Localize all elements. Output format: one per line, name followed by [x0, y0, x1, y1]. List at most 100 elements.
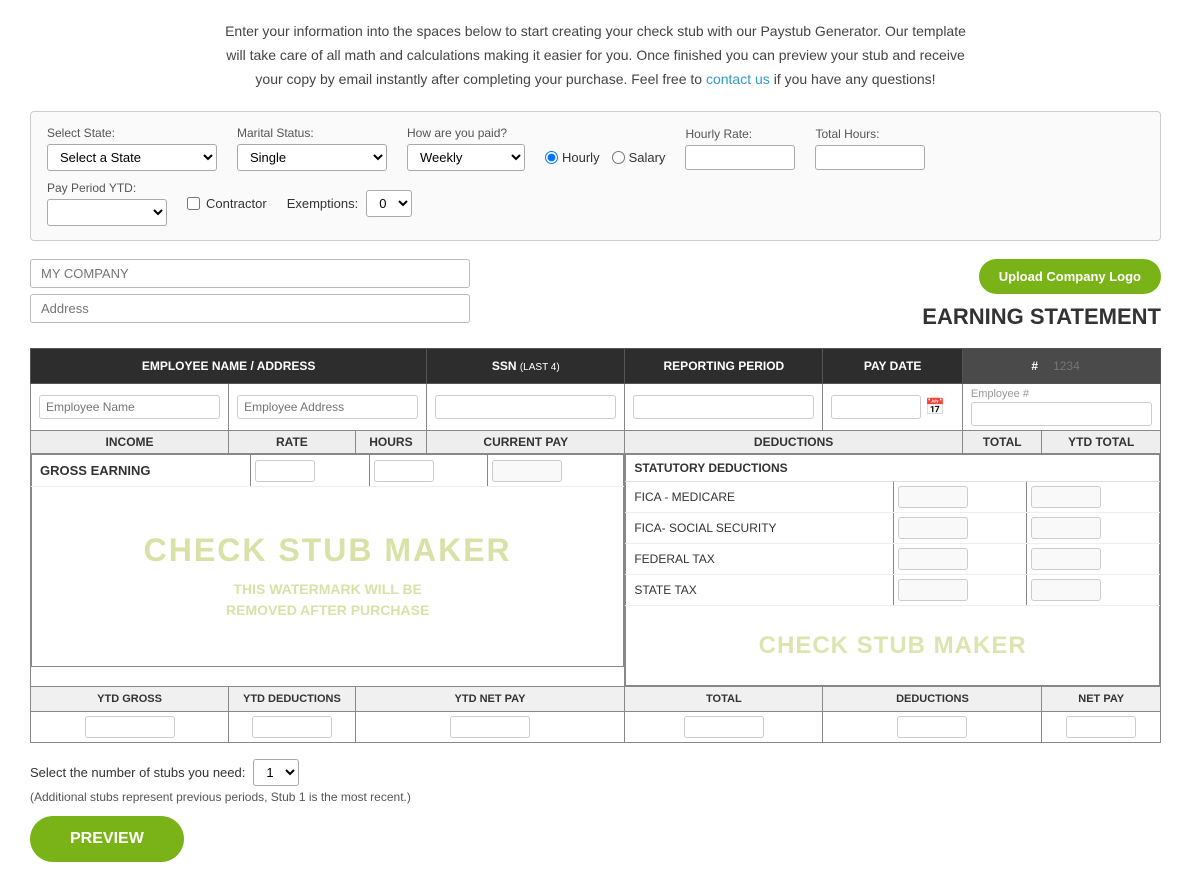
gross-current-pay-cell: 400.00 — [488, 455, 624, 487]
reporting-period-cell: 09/22/2023 - 09/28/2023 — [625, 384, 823, 431]
fica-ss-ytd-input[interactable]: 124.00 — [1031, 517, 1101, 539]
ytd-gross-val-input[interactable]: 2000.00 — [85, 716, 175, 738]
gross-current-pay-input[interactable]: 400.00 — [492, 460, 562, 482]
statutory-label: STATUTORY DEDUCTIONS — [634, 461, 787, 475]
pay-method-radio-group: Hourly Salary — [545, 150, 665, 165]
state-tax-label: STATE TAX — [626, 575, 894, 606]
pay-period-field-group: Pay Period YTD: — [47, 181, 167, 226]
hourly-radio-label[interactable]: Hourly — [545, 150, 600, 165]
marital-select[interactable]: SingleMarriedHead of Household — [237, 144, 387, 171]
ytd-net-pay-val-cell: 1624.50 — [355, 712, 625, 743]
employee-num-input[interactable] — [971, 402, 1152, 426]
statutory-header-row: STATUTORY DEDUCTIONS — [626, 455, 1160, 482]
calendar-icon[interactable]: 📅 — [925, 397, 945, 417]
state-tax-ytd-input[interactable]: 0.00 — [1031, 579, 1101, 601]
bottom-section: Select the number of stubs you need: 123… — [30, 759, 1161, 862]
ytd-gross-header: YTD GROSS — [31, 687, 229, 712]
exemptions-label: Exemptions: — [287, 196, 359, 211]
pay-date-cell: 09/29/2023 📅 — [823, 384, 962, 431]
federal-tax-ytd-cell: 225.50 — [1027, 544, 1160, 575]
contractor-checkbox[interactable] — [187, 197, 200, 210]
pay-period-select[interactable] — [47, 199, 167, 226]
net-pay-val-input[interactable]: 324.90 — [1066, 716, 1136, 738]
total-header: TOTAL — [625, 687, 823, 712]
hash-input[interactable] — [1041, 355, 1091, 377]
deductions-val-input[interactable]: 75.10 — [897, 716, 967, 738]
gross-earning-row: GROSS EARNING 10 40 400.00 — [32, 455, 624, 487]
salary-radio[interactable] — [612, 151, 625, 164]
state-select[interactable]: Select a State AlabamaAlaskaArizona Cali… — [47, 144, 217, 171]
reporting-period-input[interactable]: 09/22/2023 - 09/28/2023 — [633, 395, 814, 419]
fica-medicare-label: FICA - MEDICARE — [626, 482, 894, 513]
fica-ss-ytd-cell: 124.00 — [1027, 513, 1160, 544]
ytd-total-col-header: YTD TOTAL — [1042, 431, 1161, 454]
current-pay-col-header: CURRENT PAY — [427, 431, 625, 454]
total-hours-input[interactable]: 40 — [815, 145, 925, 170]
total-hours-group: Total Hours: 40 — [815, 127, 925, 170]
fica-ss-total-cell: 24.80 — [894, 513, 1027, 544]
intro-text-1: Enter your information into the spaces b… — [225, 23, 966, 39]
marital-label: Marital Status: — [237, 126, 387, 140]
state-tax-total-input[interactable]: 0.00 — [898, 579, 968, 601]
stubs-count-select[interactable]: 12345 — [253, 759, 299, 786]
salary-radio-label[interactable]: Salary — [612, 150, 666, 165]
deductions-header: DEDUCTIONS — [823, 687, 1042, 712]
total-col-header: TOTAL — [962, 431, 1042, 454]
gross-rate-input[interactable]: 10 — [255, 460, 315, 482]
col-ssn: SSN (LAST 4) — [427, 349, 625, 384]
pay-type-select[interactable]: WeeklyBi-WeeklySemi-MonthlyMonthly — [407, 144, 525, 171]
state-tax-total-cell: 0.00 — [894, 575, 1027, 606]
federal-tax-ytd-input[interactable]: 225.50 — [1031, 548, 1101, 570]
employee-name-input[interactable] — [39, 395, 220, 419]
employee-address-cell — [229, 384, 427, 431]
hourly-rate-input[interactable]: 10 — [685, 145, 795, 170]
intro-text-4: if you have any questions! — [774, 71, 936, 87]
stub-table: EMPLOYEE NAME / ADDRESS SSN (LAST 4) REP… — [30, 348, 1161, 743]
exemptions-select[interactable]: 0123 — [366, 190, 412, 217]
totals-values-row: 2000.00 375.50 1624.50 400.00 75.10 324.… — [31, 712, 1161, 743]
upload-logo-button[interactable]: Upload Company Logo — [979, 259, 1161, 294]
state-field-group: Select State: Select a State AlabamaAlas… — [47, 126, 217, 171]
contact-us-link[interactable]: contact us — [706, 71, 770, 87]
fica-medicare-total-input[interactable]: 5.80 — [898, 486, 968, 508]
total-val-cell: 400.00 — [625, 712, 823, 743]
intro-paragraph: Enter your information into the spaces b… — [30, 20, 1161, 91]
employee-address-input[interactable] — [237, 395, 418, 419]
preview-button[interactable]: PREVIEW — [30, 816, 184, 862]
ytd-deductions-val-input[interactable]: 375.50 — [252, 716, 332, 738]
total-val-input[interactable]: 400.00 — [684, 716, 764, 738]
col-employee-name-address: EMPLOYEE NAME / ADDRESS — [31, 349, 427, 384]
company-address-input[interactable] — [30, 294, 470, 323]
gross-hours-input[interactable]: 40 — [374, 460, 434, 482]
stubs-note: (Additional stubs represent previous per… — [30, 790, 1161, 804]
col-hash: # — [962, 349, 1160, 384]
federal-tax-row: FEDERAL TAX 44.50 225.50 — [626, 544, 1160, 575]
income-col-header: INCOME — [31, 431, 229, 454]
main-content-row: GROSS EARNING 10 40 400.00 — [31, 454, 1161, 687]
col-reporting-period: REPORTING PERIOD — [625, 349, 823, 384]
gross-earning-label: GROSS EARNING — [40, 463, 151, 478]
hourly-radio[interactable] — [545, 151, 558, 164]
watermark-sub: THIS WATERMARK WILL BE REMOVED AFTER PUR… — [226, 579, 429, 621]
company-name-input[interactable] — [30, 259, 470, 288]
watermark-right: CHECK STUB MAKER — [636, 632, 1149, 660]
watermark-right-row: CHECK STUB MAKER — [626, 606, 1160, 686]
fica-ss-total-input[interactable]: 24.80 — [898, 517, 968, 539]
hourly-rate-group: Hourly Rate: 10 — [685, 127, 795, 170]
ssn-input[interactable]: XXXX — [435, 395, 616, 419]
ytd-net-pay-header: YTD NET PAY — [355, 687, 625, 712]
total-hours-label: Total Hours: — [815, 127, 925, 141]
ytd-net-pay-val-input[interactable]: 1624.50 — [450, 716, 530, 738]
federal-tax-label: FEDERAL TAX — [626, 544, 894, 575]
pay-date-input[interactable]: 09/29/2023 — [831, 395, 921, 419]
watermark-left-row: CHECK STUB MAKER THIS WATERMARK WILL BE … — [32, 487, 624, 667]
contractor-label[interactable]: Contractor — [206, 196, 267, 211]
earning-statement-title: EARNING STATEMENT — [922, 304, 1161, 330]
fica-medicare-ytd-input[interactable]: 29.00 — [1031, 486, 1101, 508]
settings-bar: Select State: Select a State AlabamaAlas… — [30, 111, 1161, 241]
deductions-col-header: DEDUCTIONS — [625, 431, 963, 454]
state-label: Select State: — [47, 126, 217, 140]
stubs-label: Select the number of stubs you need: — [30, 765, 245, 780]
federal-tax-total-input[interactable]: 44.50 — [898, 548, 968, 570]
ytd-deductions-val-cell: 375.50 — [229, 712, 356, 743]
